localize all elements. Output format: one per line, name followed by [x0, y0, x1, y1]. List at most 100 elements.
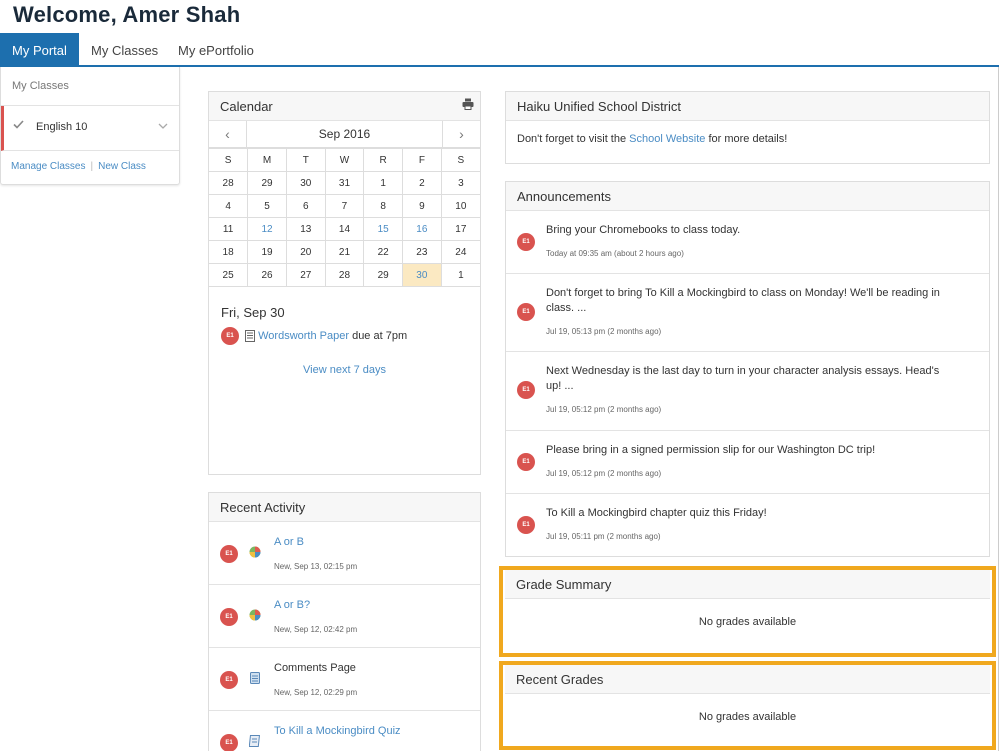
calendar-day[interactable]: 2 — [402, 171, 442, 195]
calendar-day[interactable]: 3 — [440, 171, 480, 195]
weekday-header: W — [324, 148, 365, 172]
announcement-time: Jul 19, 05:11 pm (2 months ago) — [546, 532, 661, 541]
activity-item: E1 A or B? New, Sep 12, 02:42 pm — [209, 585, 480, 648]
announcement-time: Jul 19, 05:12 pm (2 months ago) — [546, 405, 662, 414]
class-badge: E1 — [517, 303, 535, 321]
tab-my-portal[interactable]: My Portal — [0, 33, 79, 66]
new-class-link[interactable]: New Class — [98, 161, 146, 172]
tab-my-classes[interactable]: My Classes — [79, 33, 170, 66]
calendar-day[interactable]: 19 — [247, 240, 287, 264]
announcement-text: Please bring in a signed permission slip… — [546, 444, 876, 456]
activity-item: E1 To Kill a Mockingbird Quiz — [209, 711, 480, 751]
tab-my-eportfolio[interactable]: My ePortfolio — [166, 33, 266, 66]
calendar-day[interactable]: 14 — [324, 217, 365, 241]
class-badge: E1 — [517, 381, 535, 399]
calendar-day[interactable]: 30 — [402, 263, 442, 287]
weekday-header: F — [402, 148, 442, 172]
calendar-title: Calendar — [220, 99, 273, 114]
class-badge: E1 — [517, 453, 535, 471]
recent-grades-panel: Recent Grades No grades available — [499, 661, 996, 750]
school-website-link[interactable]: School Website — [629, 133, 705, 145]
next-month-button[interactable]: › — [442, 121, 480, 148]
class-badge: E1 — [221, 327, 239, 345]
calendar-day[interactable]: 25 — [209, 263, 249, 287]
sidebar-item-english-10[interactable]: English 10 — [1, 106, 179, 151]
calendar-day[interactable]: 1 — [440, 263, 480, 287]
announcement-item: E1 Please bring in a signed permission sl… — [506, 431, 989, 494]
calendar-day[interactable]: 23 — [402, 240, 442, 264]
calendar-day[interactable]: 4 — [209, 194, 249, 218]
calendar-day[interactable]: 10 — [440, 194, 480, 218]
class-badge: E1 — [220, 545, 238, 563]
recent-activity-header: Recent Activity — [209, 493, 480, 522]
calendar-day[interactable]: 12 — [247, 217, 287, 241]
announcement-time: Today at 09:35 am (about 2 hours ago) — [546, 249, 684, 258]
sidebar-heading: My Classes — [1, 67, 179, 106]
calendar-day[interactable]: 11 — [209, 217, 249, 241]
sidebar-links: Manage Classes | New Class — [1, 151, 179, 183]
class-badge: E1 — [517, 516, 535, 534]
event-link[interactable]: Wordsworth Paper — [258, 330, 349, 342]
calendar-day[interactable]: 18 — [209, 240, 249, 264]
calendar-day[interactable]: 30 — [285, 171, 326, 195]
calendar-day[interactable]: 9 — [402, 194, 442, 218]
calendar-day[interactable]: 31 — [324, 171, 365, 195]
calendar-day[interactable]: 17 — [440, 217, 480, 241]
class-badge: E1 — [220, 671, 238, 689]
view-next-7-days-link[interactable]: View next 7 days — [209, 364, 480, 376]
main-tabs: My Portal My Classes My ePortfolio — [0, 33, 999, 67]
calendar-panel-header: Calendar — [209, 92, 480, 121]
announcement-item: E1 Don't forget to bring To Kill a Mockin… — [506, 274, 989, 352]
announcement-item: E1 Next Wednesday is the last day to turn… — [506, 352, 989, 431]
page-title: Welcome, Amer Shah — [13, 2, 241, 27]
calendar-day[interactable]: 15 — [363, 217, 404, 241]
prev-month-button[interactable]: ‹ — [209, 121, 247, 148]
class-badge: E1 — [517, 233, 535, 251]
calendar-day[interactable]: 26 — [247, 263, 287, 287]
announcement-item: E1 To Kill a Mockingbird chapter quiz thi… — [506, 494, 989, 557]
calendar-day[interactable]: 24 — [440, 240, 480, 264]
activity-time: New, Sep 12, 02:42 pm — [274, 625, 358, 634]
calendar-day[interactable]: 7 — [324, 194, 365, 218]
assignment-icon — [245, 330, 256, 342]
check-icon — [13, 120, 24, 129]
calendar-day[interactable]: 5 — [247, 194, 287, 218]
weekday-header: R — [363, 148, 404, 172]
calendar-day[interactable]: 1 — [363, 171, 404, 195]
calendar-day[interactable]: 16 — [402, 217, 442, 241]
grade-summary-header: Grade Summary — [505, 570, 990, 599]
calendar-day[interactable]: 27 — [285, 263, 326, 287]
district-text: Don't forget to visit the — [517, 133, 630, 145]
district-panel: Haiku Unified School District Don't forg… — [505, 91, 990, 164]
calendar-day[interactable]: 29 — [363, 263, 404, 287]
calendar-day[interactable]: 20 — [285, 240, 326, 264]
weekday-header: S — [209, 148, 249, 172]
activity-title[interactable]: To Kill a Mockingbird Quiz — [274, 725, 401, 737]
activity-title[interactable]: A or B — [274, 536, 304, 548]
announcement-text: To Kill a Mockingbird chapter quiz this … — [546, 507, 767, 519]
district-title: Haiku Unified School District — [506, 92, 989, 121]
sidebar-item-label: English 10 — [36, 121, 88, 133]
recent-grades-header: Recent Grades — [505, 665, 990, 694]
calendar-day[interactable]: 21 — [324, 240, 365, 264]
activity-title: Comments Page — [274, 662, 356, 674]
print-icon[interactable] — [462, 98, 474, 110]
calendar-day[interactable]: 28 — [209, 171, 249, 195]
grade-summary-empty: No grades available — [698, 616, 797, 628]
page-icon — [250, 672, 260, 684]
calendar-nav: ‹ Sep 2016 › — [209, 121, 480, 148]
activity-title[interactable]: A or B? — [274, 599, 310, 611]
manage-classes-link[interactable]: Manage Classes — [11, 161, 85, 172]
calendar-day[interactable]: 29 — [247, 171, 287, 195]
recent-activity-panel: Recent Activity E1 A or B New, Sep 13, 02:… — [208, 492, 481, 751]
calendar-day[interactable]: 8 — [363, 194, 404, 218]
announcement-item: E1 Bring your Chromebooks to class today.… — [506, 211, 989, 274]
activity-time: New, Sep 12, 02:29 pm — [274, 688, 358, 697]
chevron-down-icon[interactable] — [158, 122, 168, 130]
calendar-day[interactable]: 6 — [285, 194, 326, 218]
calendar-day[interactable]: 22 — [363, 240, 404, 264]
calendar-day[interactable]: 13 — [285, 217, 326, 241]
calendar-day[interactable]: 28 — [324, 263, 365, 287]
announcements-header: Announcements — [506, 182, 989, 211]
calendar-panel: Calendar ‹ Sep 2016 › SMTWRFS 28 29 30 31 1 2… — [208, 91, 481, 475]
